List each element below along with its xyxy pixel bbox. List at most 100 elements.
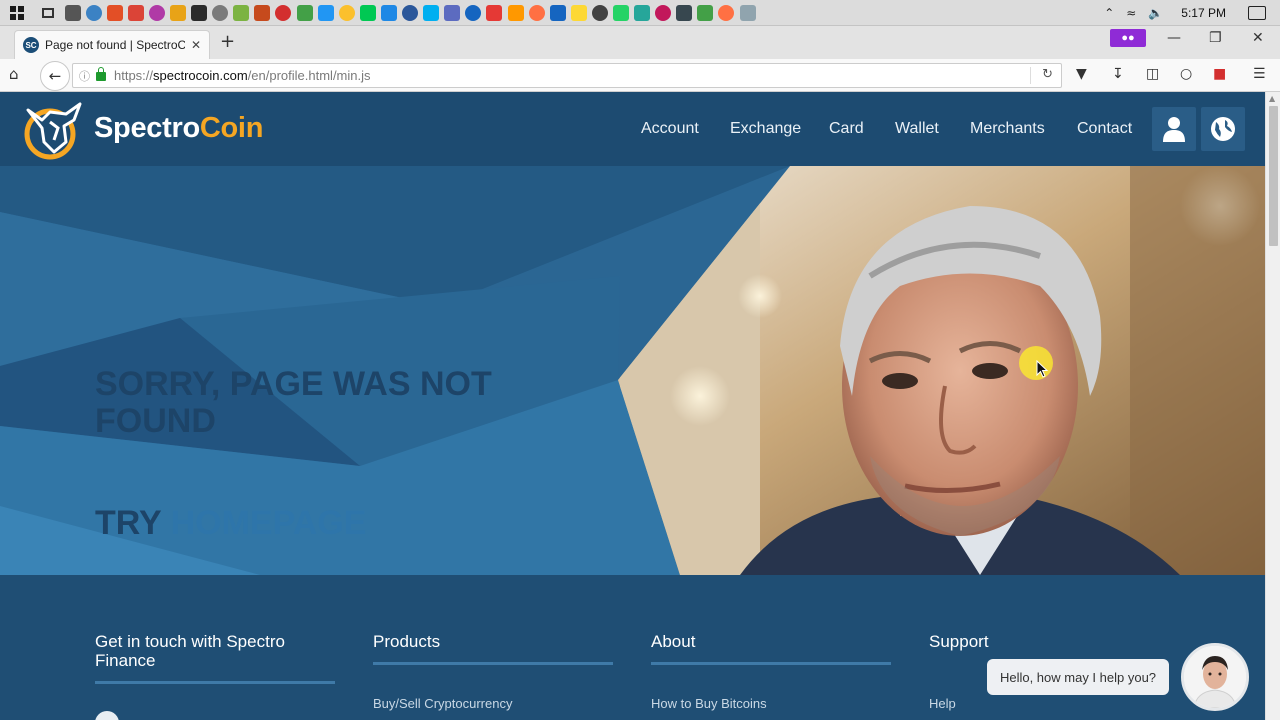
nav-merchants[interactable]: Merchants [970, 120, 1045, 138]
pinned-app-icon[interactable] [612, 4, 629, 21]
task-view-button[interactable] [34, 0, 62, 26]
back-button[interactable]: ← [40, 61, 70, 91]
pinned-app-icon[interactable] [170, 4, 187, 21]
home-icon[interactable]: ⌂ [9, 65, 19, 83]
new-tab-button[interactable]: + [220, 31, 235, 52]
pinned-app-icon[interactable] [296, 4, 313, 21]
downloads-icon[interactable]: ↧ [1112, 66, 1124, 82]
footer-link-buy-sell[interactable]: Buy/Sell Cryptocurrency [373, 696, 512, 711]
nav-contact[interactable]: Contact [1077, 120, 1132, 138]
browser-toolbar: ⌂ ← ⓘ https://spectrocoin.com/en/profile… [0, 59, 1280, 92]
nav-exchange[interactable]: Exchange [730, 120, 801, 138]
pinned-app-icon[interactable] [655, 4, 672, 21]
footer-products-divider [373, 662, 613, 665]
pinned-app-icon[interactable] [739, 4, 756, 21]
info-icon[interactable]: ⓘ [79, 68, 90, 84]
pinned-app-icon[interactable] [338, 4, 355, 21]
pinned-app-icon[interactable] [275, 4, 292, 21]
pinned-app-icon[interactable] [402, 4, 419, 21]
pinned-app-icon[interactable] [85, 4, 102, 21]
brand-name[interactable]: SpectroCoin [94, 112, 263, 145]
pinned-app-icon[interactable] [507, 4, 524, 21]
pinned-app-icon[interactable] [64, 4, 81, 21]
pinned-app-icon[interactable] [106, 4, 123, 21]
footer-link-help[interactable]: Help [929, 696, 956, 711]
pinned-app-icon[interactable] [423, 4, 440, 21]
user-icon [1163, 117, 1185, 142]
page-scrollbar[interactable]: ▲ [1265, 92, 1280, 720]
close-window-button[interactable]: ✕ [1252, 30, 1264, 46]
chat-bubble-icon[interactable]: ○ [1180, 66, 1192, 82]
pinned-app-icon[interactable] [254, 4, 271, 21]
user-account-button[interactable] [1152, 107, 1196, 151]
volume-icon[interactable]: 🔈 [1148, 6, 1163, 20]
footer-products-heading: Products [373, 632, 441, 651]
globe-icon [1211, 117, 1235, 141]
footer-link-how-to-buy[interactable]: How to Buy Bitcoins [651, 696, 767, 711]
notifications-icon[interactable] [1248, 6, 1266, 20]
brand-part-coin: Coin [199, 112, 264, 144]
sidebar-icon[interactable]: ◫ [1146, 66, 1159, 82]
pinned-app-icon[interactable] [465, 4, 482, 21]
pinned-app-icon[interactable] [359, 4, 376, 21]
pinned-app-icon[interactable] [317, 4, 334, 21]
footer-about-heading: About [651, 632, 696, 651]
pinned-app-icon[interactable] [127, 4, 144, 21]
close-tab-icon[interactable]: ✕ [191, 38, 201, 52]
url-prefix: https:// [114, 68, 154, 83]
chat-greeting-bubble[interactable]: Hello, how may I help you? [987, 659, 1169, 695]
pinned-apps [62, 0, 758, 26]
pinned-app-icon[interactable] [528, 4, 545, 21]
task-view-icon [42, 7, 54, 18]
hero-banner: SORRY, PAGE WAS NOT FOUND TRY HOMEPAGE [0, 166, 1265, 575]
pinned-app-icon[interactable] [549, 4, 566, 21]
brand-part-spectro: Spectro [94, 112, 200, 144]
system-tray: ⌃ ≈ 🔈 5:17 PM [1098, 0, 1280, 26]
restore-button[interactable]: ❐ [1209, 30, 1222, 46]
scroll-up-arrow-icon[interactable]: ▲ [1269, 94, 1275, 103]
windows-logo-icon [10, 5, 24, 20]
nav-wallet[interactable]: Wallet [895, 120, 939, 138]
pinned-app-icon[interactable] [697, 4, 714, 21]
language-button[interactable] [1201, 107, 1245, 151]
menu-icon[interactable]: ☰ [1253, 66, 1266, 82]
start-button[interactable] [0, 0, 34, 26]
private-browsing-mask-icon[interactable]: ●● [1110, 29, 1146, 47]
chat-agent-avatar[interactable] [1181, 643, 1249, 711]
pocket-icon[interactable]: ▼ [1076, 66, 1087, 82]
url-path: /en/profile.html/min.js [247, 68, 371, 83]
pinned-app-icon[interactable] [591, 4, 608, 21]
pinned-app-icon[interactable] [718, 4, 735, 21]
footer-contact-icon [95, 711, 119, 720]
address-bar[interactable]: ⓘ https://spectrocoin.com/en/profile.htm… [72, 63, 1062, 88]
reload-icon[interactable]: ↻ [1042, 67, 1053, 82]
nav-card[interactable]: Card [829, 120, 864, 138]
homepage-link[interactable]: HOMEPAGE [171, 504, 367, 542]
pinned-app-icon[interactable] [570, 4, 587, 21]
url-text[interactable]: https://spectrocoin.com/en/profile.html/… [114, 68, 371, 83]
pinned-app-icon[interactable] [486, 4, 503, 21]
scroll-thumb[interactable] [1269, 106, 1278, 246]
pinned-app-icon[interactable] [676, 4, 693, 21]
pinned-app-icon[interactable] [444, 4, 461, 21]
nav-account[interactable]: Account [641, 120, 699, 138]
pinned-app-icon[interactable] [148, 4, 165, 21]
spectrocoin-logo-icon[interactable] [20, 98, 84, 160]
tab-page-not-found[interactable]: SC Page not found | SpectroC... ✕ [14, 30, 210, 59]
pinned-app-icon[interactable] [212, 4, 229, 21]
browser-tab-bar: SC Page not found | SpectroC... ✕ + ●● —… [0, 26, 1280, 59]
footer-contact-heading: Get in touch with Spectro Finance [95, 632, 285, 670]
pinned-app-icon[interactable] [233, 4, 250, 21]
url-domain: spectrocoin.com [153, 68, 248, 83]
pinned-app-icon[interactable] [191, 4, 208, 21]
pinned-app-icon[interactable] [380, 4, 397, 21]
pinned-app-icon[interactable] [634, 4, 651, 21]
taskbar-clock[interactable]: 5:17 PM [1181, 6, 1226, 20]
wifi-icon[interactable]: ≈ [1126, 6, 1136, 20]
tab-title: Page not found | SpectroC... [45, 38, 185, 52]
footer-contact-divider [95, 681, 335, 684]
footer-about-divider [651, 662, 891, 665]
screenshot-extension-icon[interactable]: ■ [1213, 66, 1226, 82]
minimize-button[interactable]: — [1167, 30, 1181, 46]
chevron-up-icon[interactable]: ⌃ [1104, 6, 1114, 20]
